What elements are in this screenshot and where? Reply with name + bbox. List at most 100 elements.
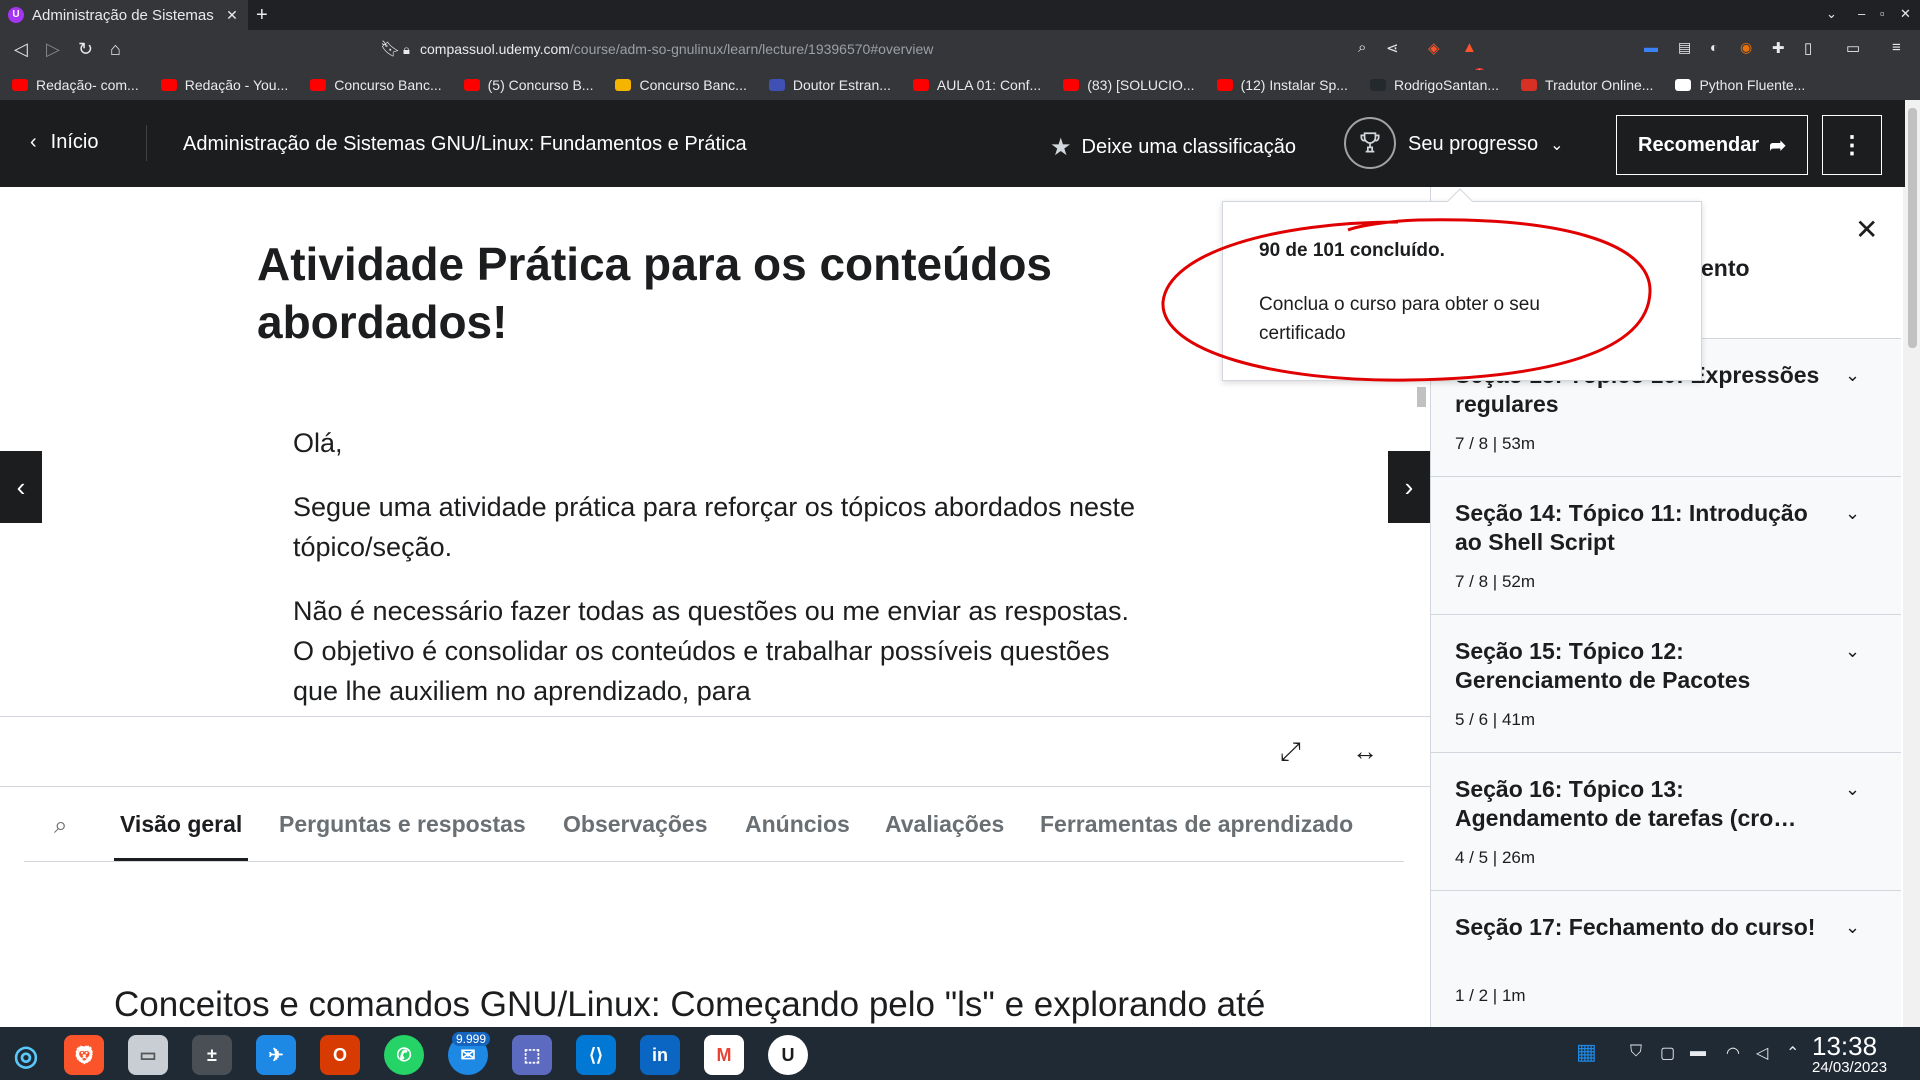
expand-icon[interactable]: ⤢ bbox=[1280, 736, 1301, 768]
maximize-icon[interactable]: ▫ bbox=[1880, 6, 1885, 21]
extension-icon-2[interactable]: ▤ bbox=[1678, 39, 1691, 56]
bookmark-item[interactable]: RodrigoSantan... bbox=[1369, 77, 1500, 93]
menu-icon[interactable]: ≡ bbox=[1892, 39, 1901, 56]
brave-shields-icon[interactable]: ◈ bbox=[1428, 39, 1440, 57]
file-manager-icon[interactable]: ▭ bbox=[128, 1035, 168, 1075]
bookmark-icon[interactable]: 🔖︎ bbox=[380, 39, 400, 59]
bookmark-item[interactable]: Python Fluente... bbox=[1675, 77, 1805, 93]
section-meta: 5 / 6 | 41m bbox=[1455, 710, 1536, 729]
battery-tray-icon[interactable]: ▬ bbox=[1690, 1043, 1706, 1061]
clock-time[interactable]: 13:38 bbox=[1812, 1031, 1877, 1062]
forward-icon[interactable]: ▷ bbox=[46, 39, 60, 60]
vscode-icon[interactable]: ⟨⟩ bbox=[576, 1035, 616, 1075]
home-icon[interactable]: ⌂ bbox=[110, 39, 121, 60]
office-icon[interactable]: O bbox=[320, 1035, 360, 1075]
volume-tray-icon[interactable]: ◁ bbox=[1756, 1043, 1768, 1063]
course-tabs: ⌕ Visão geral Perguntas e respostas Obse… bbox=[24, 790, 1404, 862]
address-bar[interactable]: compassuol.udemy.com/course/adm-so-gnuli… bbox=[420, 41, 933, 57]
back-to-home-link[interactable]: ‹ Início bbox=[30, 131, 98, 154]
tab-search-icon[interactable]: ⌄ bbox=[1826, 6, 1837, 22]
bookmark-item[interactable]: (5) Concurso B... bbox=[463, 77, 593, 93]
brave-browser-icon[interactable]: 🦁︎ bbox=[64, 1035, 104, 1075]
chevron-down-icon: ⌄ bbox=[1550, 136, 1564, 154]
clipboard-tray-icon[interactable]: ▢ bbox=[1660, 1043, 1675, 1063]
extension-icon[interactable]: ▬ bbox=[1644, 39, 1658, 55]
chevron-left-icon: ‹ bbox=[30, 131, 37, 153]
clock-date[interactable]: 24/03/2023 bbox=[1812, 1059, 1887, 1076]
chevron-down-icon[interactable]: ⌄ bbox=[1845, 917, 1860, 938]
gmail-icon[interactable]: M bbox=[704, 1035, 744, 1075]
section-item[interactable]: Seção 16: Tópico 13: Agendamento de tare… bbox=[1431, 752, 1901, 890]
bookmark-item[interactable]: Tradutor Online... bbox=[1521, 77, 1653, 93]
extension-icon-4[interactable]: ◉ bbox=[1740, 39, 1752, 56]
tab-qa[interactable]: Perguntas e respostas bbox=[279, 811, 526, 838]
linkedin-icon[interactable]: in bbox=[640, 1035, 680, 1075]
zoom-icon[interactable]: ⌕ bbox=[1358, 39, 1366, 56]
close-window-icon[interactable]: ✕ bbox=[1900, 6, 1911, 22]
brave-rewards-icon[interactable]: ▲ bbox=[1462, 39, 1477, 56]
chevron-left-icon: ‹ bbox=[16, 471, 26, 502]
new-tab-icon[interactable]: + bbox=[256, 4, 268, 27]
extensions-puzzle-icon[interactable]: ✚ bbox=[1772, 39, 1785, 57]
chevron-down-icon[interactable]: ⌄ bbox=[1845, 779, 1860, 800]
section-item[interactable]: Seção 15: Tópico 12: Gerenciamento de Pa… bbox=[1431, 614, 1901, 752]
chevron-down-icon[interactable]: ⌄ bbox=[1845, 365, 1860, 386]
extension-icon-3[interactable]: ◐ bbox=[1710, 39, 1718, 55]
recommend-button[interactable]: Recomendar ➦ bbox=[1616, 115, 1808, 175]
page-scrollbar[interactable] bbox=[1905, 100, 1920, 1027]
bookmark-label: Redação - You... bbox=[184, 77, 289, 93]
share-icon[interactable]: ⋖ bbox=[1386, 39, 1399, 57]
bookmark-item[interactable]: Concurso Banc... bbox=[615, 77, 747, 93]
browser-tab[interactable]: U Administração de Sistemas ✕ bbox=[0, 0, 248, 30]
minimize-icon[interactable]: ‒ bbox=[1858, 6, 1865, 21]
tab-learning-tools[interactable]: Ferramentas de aprendizado bbox=[1040, 811, 1353, 838]
more-options-button[interactable]: ⋮ bbox=[1822, 115, 1882, 175]
bookmark-item[interactable]: AULA 01: Conf... bbox=[912, 77, 1041, 93]
bookmark-item[interactable]: Redação - You... bbox=[160, 77, 289, 93]
course-title[interactable]: Administração de Sistemas GNU/Linux: Fun… bbox=[183, 133, 747, 156]
udemy-app-icon[interactable]: U bbox=[768, 1035, 808, 1075]
bookmark-item[interactable]: (83) [SOLUCIO... bbox=[1063, 77, 1195, 93]
tab-overview[interactable]: Visão geral bbox=[120, 811, 242, 838]
section-meta: 4 / 5 | 26m bbox=[1455, 848, 1536, 867]
previous-lecture-button[interactable]: ‹ bbox=[0, 451, 42, 523]
back-icon[interactable]: ◁ bbox=[14, 39, 28, 60]
sidebar-toggle-icon[interactable]: ▯ bbox=[1804, 39, 1812, 57]
bookmark-label: RodrigoSantan... bbox=[1393, 77, 1500, 93]
lecture-body: Olá, Segue uma atividade prática para re… bbox=[293, 423, 1143, 717]
content-scroll-thumb[interactable] bbox=[1417, 387, 1426, 407]
calculator-icon[interactable]: ± bbox=[192, 1035, 232, 1075]
chevron-down-icon[interactable]: ⌄ bbox=[1845, 503, 1860, 524]
search-icon[interactable]: ⌕ bbox=[54, 812, 67, 840]
start-menu-icon[interactable]: ◎ bbox=[6, 1035, 46, 1075]
bookmark-item[interactable]: Doutor Estran... bbox=[768, 77, 891, 93]
tray-expand-icon[interactable]: ⌃ bbox=[1786, 1043, 1799, 1063]
lecture-content: Atividade Prática para os conteúdos abor… bbox=[0, 187, 1430, 717]
wallet-icon[interactable]: ▭ bbox=[1846, 39, 1860, 57]
airplane-app-icon[interactable]: ✈ bbox=[256, 1035, 296, 1075]
whatsapp-icon[interactable]: ✆ bbox=[384, 1035, 424, 1075]
tab-reviews[interactable]: Avaliações bbox=[885, 811, 1004, 838]
progress-dropdown[interactable]: Seu progresso ⌄ bbox=[1408, 133, 1563, 156]
section-item[interactable]: Seção 14: Tópico 11: Introdução ao Shell… bbox=[1431, 476, 1901, 614]
screenshot-tool-icon[interactable]: ⬚ bbox=[512, 1035, 552, 1075]
trophy-icon[interactable] bbox=[1344, 117, 1396, 169]
reload-icon[interactable]: ↻ bbox=[78, 39, 93, 60]
rate-course-button[interactable]: ★ Deixe uma classificação bbox=[1050, 133, 1296, 162]
wifi-tray-icon[interactable]: ◠ bbox=[1726, 1043, 1740, 1063]
bookmark-item[interactable]: Concurso Banc... bbox=[310, 77, 442, 93]
bookmark-item[interactable]: Redação- com... bbox=[12, 77, 139, 93]
page-scroll-thumb[interactable] bbox=[1908, 108, 1917, 348]
chevron-down-icon[interactable]: ⌄ bbox=[1845, 641, 1860, 662]
bookmark-label: Concurso Banc... bbox=[334, 77, 442, 93]
close-tab-icon[interactable]: ✕ bbox=[224, 7, 240, 24]
section-item[interactable]: Seção 17: Fechamento do curso! 1 / 2 | 1m… bbox=[1431, 890, 1901, 1028]
header-divider bbox=[146, 125, 147, 161]
security-tray-icon[interactable]: ⛉ bbox=[1630, 1043, 1642, 1061]
bookmark-item[interactable]: (12) Instalar Sp... bbox=[1216, 77, 1348, 93]
tab-notes[interactable]: Observações bbox=[563, 811, 707, 838]
close-sidebar-icon[interactable]: ✕ bbox=[1855, 213, 1878, 246]
widgets-icon[interactable]: ▦ bbox=[1576, 1039, 1597, 1065]
tab-announcements[interactable]: Anúncios bbox=[745, 811, 850, 838]
expanded-view-icon[interactable]: ↔ bbox=[1352, 736, 1378, 767]
